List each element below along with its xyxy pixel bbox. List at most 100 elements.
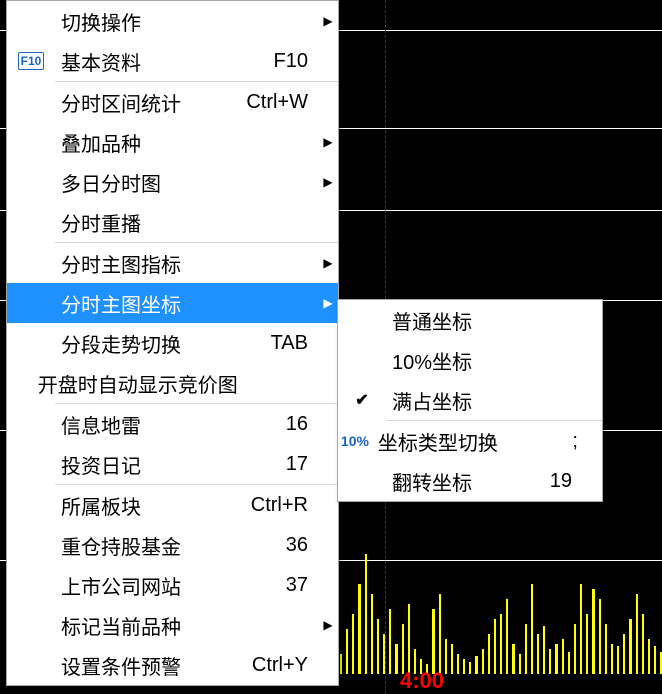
menu-item-switch-operation[interactable]: 切换操作 ▶ — [7, 1, 338, 41]
volume-bar — [525, 624, 527, 674]
volume-bar — [451, 644, 453, 674]
menu-label: 分时区间统计 — [55, 88, 228, 117]
volume-bar — [562, 639, 564, 674]
menu-label: 信息地雷 — [55, 410, 228, 439]
volume-bar — [457, 654, 459, 674]
volume-bar — [358, 584, 360, 674]
volume-bar — [340, 654, 342, 674]
volume-bar — [500, 614, 502, 674]
volume-bar — [629, 619, 631, 674]
menu-item-basic-info[interactable]: F10基本资料F10 — [7, 41, 338, 81]
menu-label: 分时主图坐标 — [55, 289, 228, 318]
submenu-arrow-icon: ▶ — [318, 256, 338, 270]
menu-label: 投资日记 — [55, 450, 228, 479]
f10-icon: F10 — [18, 52, 45, 70]
volume-bar — [402, 624, 404, 674]
volume-bar — [537, 634, 539, 674]
menu-item-normal-coord[interactable]: 普通坐标 — [338, 300, 602, 340]
menu-shortcut: 16 — [228, 413, 318, 436]
volume-bar — [580, 584, 582, 674]
menu-label: 10%坐标 — [386, 346, 492, 375]
menu-label: 重仓持股基金 — [55, 531, 228, 560]
volume-bar — [574, 624, 576, 674]
volume-bar — [494, 619, 496, 674]
context-menu[interactable]: 切换操作▶F10基本资料F10分时区间统计Ctrl+W叠加品种▶多日分时图▶分时… — [6, 0, 339, 686]
menu-item-flip-coord[interactable]: 翻转坐标19 — [338, 461, 602, 501]
volume-bar — [463, 659, 465, 674]
menu-label: 满占坐标 — [386, 386, 492, 415]
submenu-arrow-icon: ▶ — [318, 135, 338, 149]
menu-label: 上市公司网站 — [55, 571, 228, 600]
volume-bar — [543, 626, 545, 674]
menu-shortcut: TAB — [228, 332, 318, 355]
chart-background: 4:00 切换操作▶F10基本资料F10分时区间统计Ctrl+W叠加品种▶多日分… — [0, 0, 662, 694]
volume-bar — [599, 599, 601, 674]
volume-bar — [519, 654, 521, 674]
menu-shortcut: Ctrl+Y — [228, 654, 318, 677]
menu-shortcut: F10 — [228, 50, 318, 73]
volume-bar — [623, 634, 625, 674]
menu-label: 开盘时自动显示竞价图 — [32, 369, 238, 398]
volume-bar — [346, 629, 348, 674]
menu-item-segment-trend[interactable]: 分段走势切换TAB — [7, 323, 338, 363]
menu-item-invest-diary[interactable]: 投资日记17 — [7, 444, 338, 484]
volume-bar — [482, 649, 484, 674]
volume-bar — [371, 594, 373, 674]
menu-shortcut: Ctrl+R — [228, 494, 318, 517]
menu-item-full-coord[interactable]: 满占坐标 — [338, 380, 602, 420]
submenu-arrow-icon: ▶ — [318, 296, 338, 310]
volume-bar — [555, 644, 557, 674]
volume-bar — [506, 599, 508, 674]
time-axis-label: 4:00 — [400, 668, 444, 694]
volume-bar — [605, 624, 607, 674]
menu-item-auto-auction[interactable]: 开盘时自动显示竞价图 — [7, 363, 338, 403]
volume-bar — [395, 644, 397, 674]
menu-item-toggle-coord-type[interactable]: 10%坐标类型切换; — [338, 421, 602, 461]
volume-bar — [389, 609, 391, 674]
volume-bars — [340, 534, 662, 674]
menu-item-intraday-replay[interactable]: 分时重播 — [7, 202, 338, 242]
volume-bar — [586, 614, 588, 674]
menu-label: 分段走势切换 — [55, 329, 228, 358]
volume-bar — [642, 614, 644, 674]
volume-bar — [531, 584, 533, 674]
volume-bar — [512, 644, 514, 674]
volume-bar — [611, 644, 613, 674]
menu-item-heavy-fund[interactable]: 重仓持股基金36 — [7, 525, 338, 565]
volume-bar — [365, 554, 367, 674]
menu-item-multi-day-intraday[interactable]: 多日分时图▶ — [7, 162, 338, 202]
menu-item-mark-instrument[interactable]: 标记当前品种 ▶ — [7, 605, 338, 645]
volume-bar — [408, 604, 410, 674]
check-icon — [355, 390, 368, 410]
volume-bar — [592, 589, 594, 674]
menu-label: 设置条件预警 — [55, 651, 228, 680]
submenu-arrow-icon: ▶ — [318, 14, 338, 28]
menu-label: 多日分时图 — [55, 168, 228, 197]
menu-item-main-coordinate[interactable]: 分时主图坐标 ▶ — [7, 283, 338, 323]
menu-label: 基本资料 — [55, 47, 228, 76]
volume-bar — [568, 652, 570, 674]
menu-label: 坐标类型切换 — [372, 427, 498, 456]
menu-item-company-site[interactable]: 上市公司网站37 — [7, 565, 338, 605]
menu-label: 所属板块 — [55, 491, 228, 520]
menu-shortcut: 36 — [228, 534, 318, 557]
volume-bar — [383, 634, 385, 674]
menu-item-overlay-instrument[interactable]: 叠加品种▶ — [7, 122, 338, 162]
menu-label: 标记当前品种 — [55, 611, 228, 640]
menu-item-main-indicator[interactable]: 分时主图指标▶ — [7, 243, 338, 283]
menu-item-sector[interactable]: 所属板块Ctrl+R — [7, 485, 338, 525]
menu-item-info-mine[interactable]: 信息地雷16 — [7, 404, 338, 444]
submenu-arrow-icon: ▶ — [318, 618, 338, 632]
volume-bar — [439, 594, 441, 674]
volume-bar — [445, 639, 447, 674]
menu-item-interval-stats[interactable]: 分时区间统计Ctrl+W — [7, 82, 338, 122]
menu-label: 切换操作 — [55, 7, 228, 36]
volume-bar — [432, 609, 434, 674]
volume-bar — [475, 656, 477, 674]
menu-label: 普通坐标 — [386, 306, 492, 335]
submenu-coordinate[interactable]: 普通坐标 10%坐标满占坐标 10%坐标类型切换;翻转坐标19 — [337, 299, 603, 502]
volume-bar — [648, 639, 650, 674]
menu-item-10pct-coord[interactable]: 10%坐标 — [338, 340, 602, 380]
menu-shortcut: Ctrl+W — [228, 91, 318, 114]
menu-item-set-alert[interactable]: 设置条件预警Ctrl+Y — [7, 645, 338, 685]
